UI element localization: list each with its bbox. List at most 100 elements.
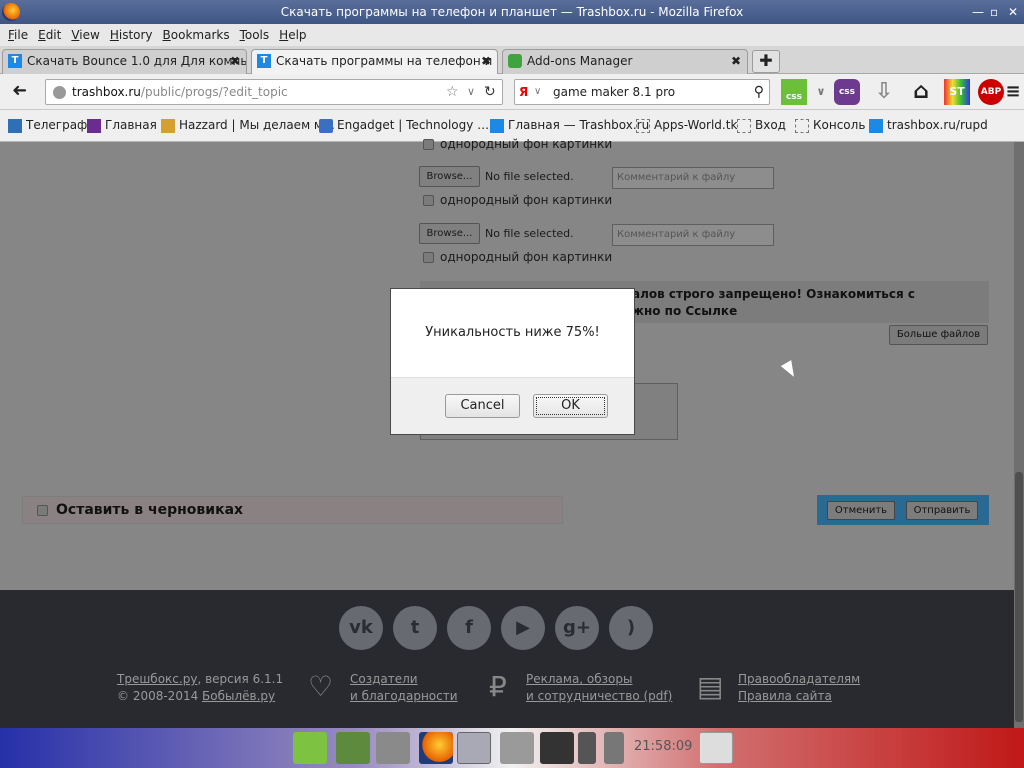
site-name-link[interactable]: Трешбокс.ру <box>117 672 197 686</box>
menu-tools[interactable]: Tools <box>240 28 270 42</box>
ads-link[interactable]: Реклама, обзоры <box>526 672 632 686</box>
bookmark-yahoo[interactable]: Главная <box>87 118 157 133</box>
site-rules-link[interactable]: Правила сайта <box>738 689 832 703</box>
user-icon[interactable] <box>699 732 733 764</box>
draft-option[interactable]: Оставить в черновиках <box>22 496 563 524</box>
rights-holders-link[interactable]: Правообладателям <box>738 672 860 686</box>
firefox-launcher-icon[interactable] <box>419 732 453 764</box>
facebook-icon[interactable]: f <box>447 606 491 650</box>
css-viewer-icon[interactable]: css <box>781 79 807 105</box>
maximize-button[interactable]: ▫ <box>990 0 998 24</box>
back-button[interactable]: ➜ <box>8 80 32 104</box>
file-comment-input[interactable]: Комментарий к файлу <box>612 167 774 189</box>
dialog-cancel-button[interactable]: Cancel <box>445 394 520 418</box>
bookmark-login[interactable]: Вход <box>737 118 786 133</box>
tab-label: Скачать программы на телефон и пл… <box>276 54 497 68</box>
close-tab-icon[interactable]: ✖ <box>731 50 741 73</box>
bookmark-engadget[interactable]: Engadget | Technology … <box>319 118 490 133</box>
bookmark-apps-world[interactable]: Apps-World.tk <box>636 118 737 133</box>
vk-icon[interactable]: vk <box>339 606 383 650</box>
folder-icon[interactable] <box>500 732 534 764</box>
bookmark-hazzard[interactable]: Hazzard | Мы делаем м… <box>161 118 335 133</box>
url-dropdown-icon[interactable]: ∨ <box>467 80 475 104</box>
network-icon[interactable] <box>578 732 596 764</box>
menu-edit[interactable]: Edit <box>38 28 61 42</box>
bookmark-star-icon[interactable]: ☆ <box>446 80 459 104</box>
page-scrollbar[interactable] <box>1014 142 1024 728</box>
url-bar[interactable]: trashbox.ru/public/progs/?edit_topic ☆ ∨… <box>45 79 503 105</box>
menu-bookmarks[interactable]: Bookmarks <box>163 28 230 42</box>
video-player-icon[interactable] <box>540 732 574 764</box>
tab-programs[interactable]: T Скачать программы на телефон и пл… ✖ <box>251 49 498 74</box>
submit-form-button[interactable]: Отправить <box>906 501 978 520</box>
scrollbar-thumb[interactable] <box>1015 472 1023 722</box>
search-input[interactable]: game maker 8.1 pro <box>553 85 675 99</box>
tab-strip: T Скачать Bounce 1.0 для Для компью… ✖ T… <box>0 46 1024 74</box>
taskbar-clock[interactable]: 21:58:09 <box>634 739 692 754</box>
cancel-form-button[interactable]: Отменить <box>827 501 895 520</box>
bookmark-console[interactable]: Консоль <box>795 118 865 133</box>
search-bar[interactable]: Я ∨ game maker 8.1 pro ⚲ <box>514 79 770 105</box>
st-addon-icon[interactable]: ST <box>944 79 970 105</box>
draft-checkbox[interactable] <box>37 505 48 516</box>
browse-button[interactable]: Browse... <box>419 223 480 244</box>
reload-icon[interactable]: ↻ <box>484 80 496 104</box>
solid-bg-label: однородный фон картинки <box>440 137 613 151</box>
firefox-window-icon[interactable] <box>457 732 491 764</box>
bookmark-label: Engadget | Technology … <box>337 118 490 132</box>
author-link[interactable]: Бобылёв.ру <box>202 689 275 703</box>
menu-help[interactable]: Help <box>279 28 306 42</box>
solid-bg-checkbox[interactable] <box>423 139 434 150</box>
close-window-button[interactable]: ✕ <box>1008 0 1018 24</box>
trashbox-icon <box>490 119 504 133</box>
youtube-icon[interactable]: ▶ <box>501 606 545 650</box>
yandex-icon[interactable]: Я <box>519 85 533 99</box>
tab-addons[interactable]: Add-ons Manager ✖ <box>502 49 748 74</box>
download-icon[interactable]: ⇩ <box>871 79 897 105</box>
file-comment-input[interactable]: Комментарий к файлу <box>612 224 774 246</box>
tab-bounce[interactable]: T Скачать Bounce 1.0 для Для компью… ✖ <box>2 49 247 74</box>
cooperation-link[interactable]: и сотрудничество (pdf) <box>526 689 672 703</box>
css-dropdown-icon[interactable]: ∨ <box>808 79 834 105</box>
hazzard-icon <box>161 119 175 133</box>
globe-icon <box>53 86 66 99</box>
heart-icon: ♡ <box>308 670 334 703</box>
browse-button[interactable]: Browse... <box>419 166 480 187</box>
rss-icon[interactable]: ) <box>609 606 653 650</box>
close-tab-icon[interactable]: ✖ <box>230 50 240 73</box>
minimize-button[interactable]: — <box>972 0 984 24</box>
more-files-button[interactable]: Больше файлов <box>889 325 988 345</box>
menu-view[interactable]: View <box>71 28 99 42</box>
window-titlebar: Скачать программы на телефон и планшет —… <box>0 0 1024 24</box>
home-icon[interactable]: ⌂ <box>908 79 934 105</box>
menu-file[interactable]: File <box>8 28 28 42</box>
thanks-link[interactable]: и благодарности <box>350 689 458 703</box>
solid-bg-checkbox[interactable] <box>423 195 434 206</box>
bookmark-rupd[interactable]: trashbox.ru/rupd <box>869 118 988 133</box>
dialog-ok-button[interactable]: OK <box>533 394 608 418</box>
bookmark-label: Телеграф <box>26 118 88 132</box>
bookmark-telegraph[interactable]: Телеграф <box>8 118 88 133</box>
file-manager-icon[interactable] <box>376 732 410 764</box>
menu-history[interactable]: History <box>110 28 153 42</box>
close-tab-icon[interactable]: ✖ <box>481 50 491 73</box>
search-engine-dropdown-icon[interactable]: ∨ <box>534 80 541 104</box>
creators-link[interactable]: Создатели <box>350 672 418 686</box>
yahoo-icon <box>87 119 101 133</box>
form-actions: Отменить Отправить <box>817 495 989 525</box>
bookmark-label: Главная <box>105 118 157 132</box>
new-tab-button[interactable]: ✚ <box>752 50 780 73</box>
volume-icon[interactable] <box>604 732 624 764</box>
show-desktop-icon[interactable] <box>336 732 370 764</box>
ruble-icon: ₽ <box>489 670 507 703</box>
css-toggle-icon[interactable]: css <box>834 79 860 105</box>
menu-icon[interactable]: ≡ <box>1000 79 1024 105</box>
mint-menu-icon[interactable] <box>293 732 327 764</box>
notice-line-2[interactable]: жно по Ссылке <box>632 303 989 320</box>
solid-bg-label: однородный фон картинки <box>440 193 613 207</box>
solid-bg-checkbox[interactable] <box>423 252 434 263</box>
search-icon[interactable]: ⚲ <box>754 80 764 104</box>
bookmark-trashbox[interactable]: Главная — Trashbox.ru <box>490 118 649 133</box>
google-plus-icon[interactable]: g+ <box>555 606 599 650</box>
twitter-icon[interactable]: t <box>393 606 437 650</box>
